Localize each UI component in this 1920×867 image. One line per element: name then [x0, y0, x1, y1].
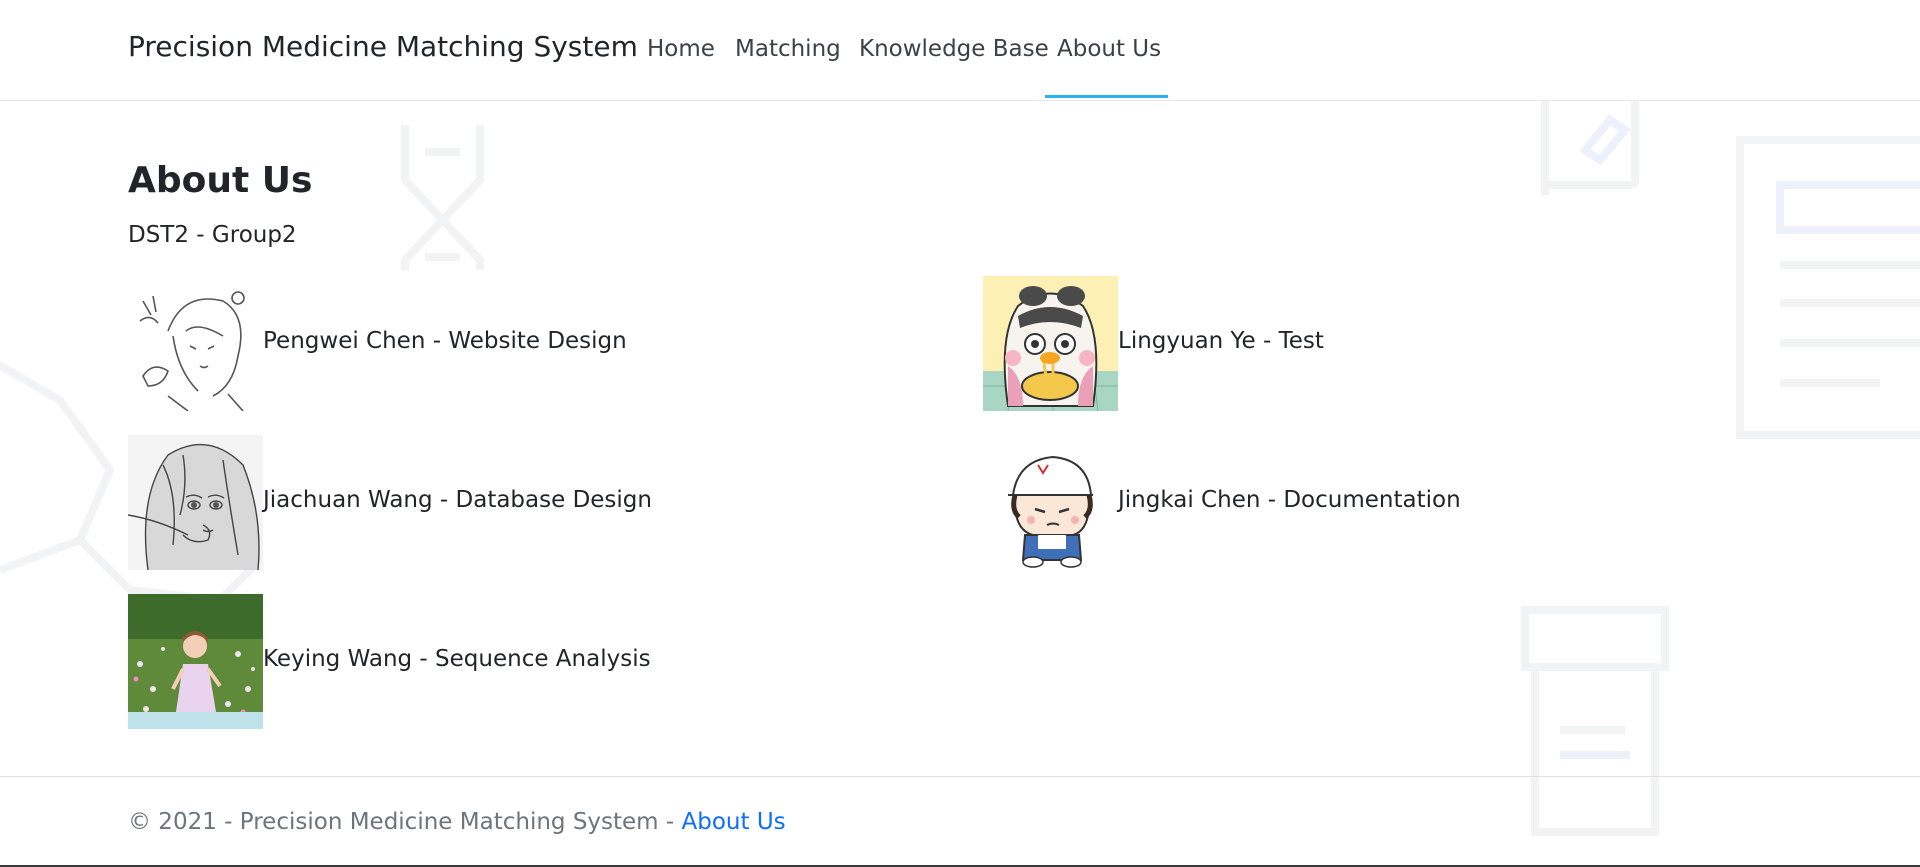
active-tab-indicator [1045, 95, 1168, 98]
member-item: Jiachuan Wang - Database Design [128, 435, 828, 570]
nav-link-knowledge-base[interactable]: Knowledge Base [859, 36, 1049, 62]
brand-link[interactable]: Precision Medicine Matching System [128, 30, 638, 63]
member-label: Keying Wang - Sequence Analysis [263, 646, 651, 672]
copyright-text: © 2021 - Precision Medicine Matching Sys… [128, 809, 682, 835]
sketch-longhair-avatar-icon [128, 435, 263, 570]
footer-about-link[interactable]: About Us [682, 809, 786, 835]
navbar: Precision Medicine Matching System Home … [0, 0, 1920, 101]
member-item: Lingyuan Ye - Test [983, 276, 1683, 411]
member-item: Keying Wang - Sequence Analysis [128, 594, 828, 729]
member-item: Pengwei Chen - Website Design [128, 276, 828, 411]
footer: © 2021 - Precision Medicine Matching Sys… [0, 776, 1920, 866]
child-photo-avatar-icon [128, 594, 263, 729]
nav-link-matching[interactable]: Matching [735, 36, 841, 62]
page-title: About Us [128, 160, 313, 201]
footer-text: © 2021 - Precision Medicine Matching Sys… [128, 809, 786, 835]
nav-link-home[interactable]: Home [647, 36, 715, 62]
cartoon-eating-avatar-icon [983, 276, 1118, 411]
member-label: Lingyuan Ye - Test [1118, 328, 1324, 354]
cartoon-cap-boy-avatar-icon [983, 435, 1118, 570]
sketch-girl-avatar-icon [128, 276, 263, 411]
member-item: Jingkai Chen - Documentation [983, 435, 1683, 570]
member-label: Jingkai Chen - Documentation [1118, 487, 1461, 513]
main-content: About Us DST2 - Group2 Pengwei Chen - We… [0, 100, 1920, 776]
group-subtitle: DST2 - Group2 [128, 222, 297, 248]
member-label: Jiachuan Wang - Database Design [263, 487, 652, 513]
member-label: Pengwei Chen - Website Design [263, 328, 627, 354]
nav-link-about-us[interactable]: About Us [1057, 36, 1161, 62]
